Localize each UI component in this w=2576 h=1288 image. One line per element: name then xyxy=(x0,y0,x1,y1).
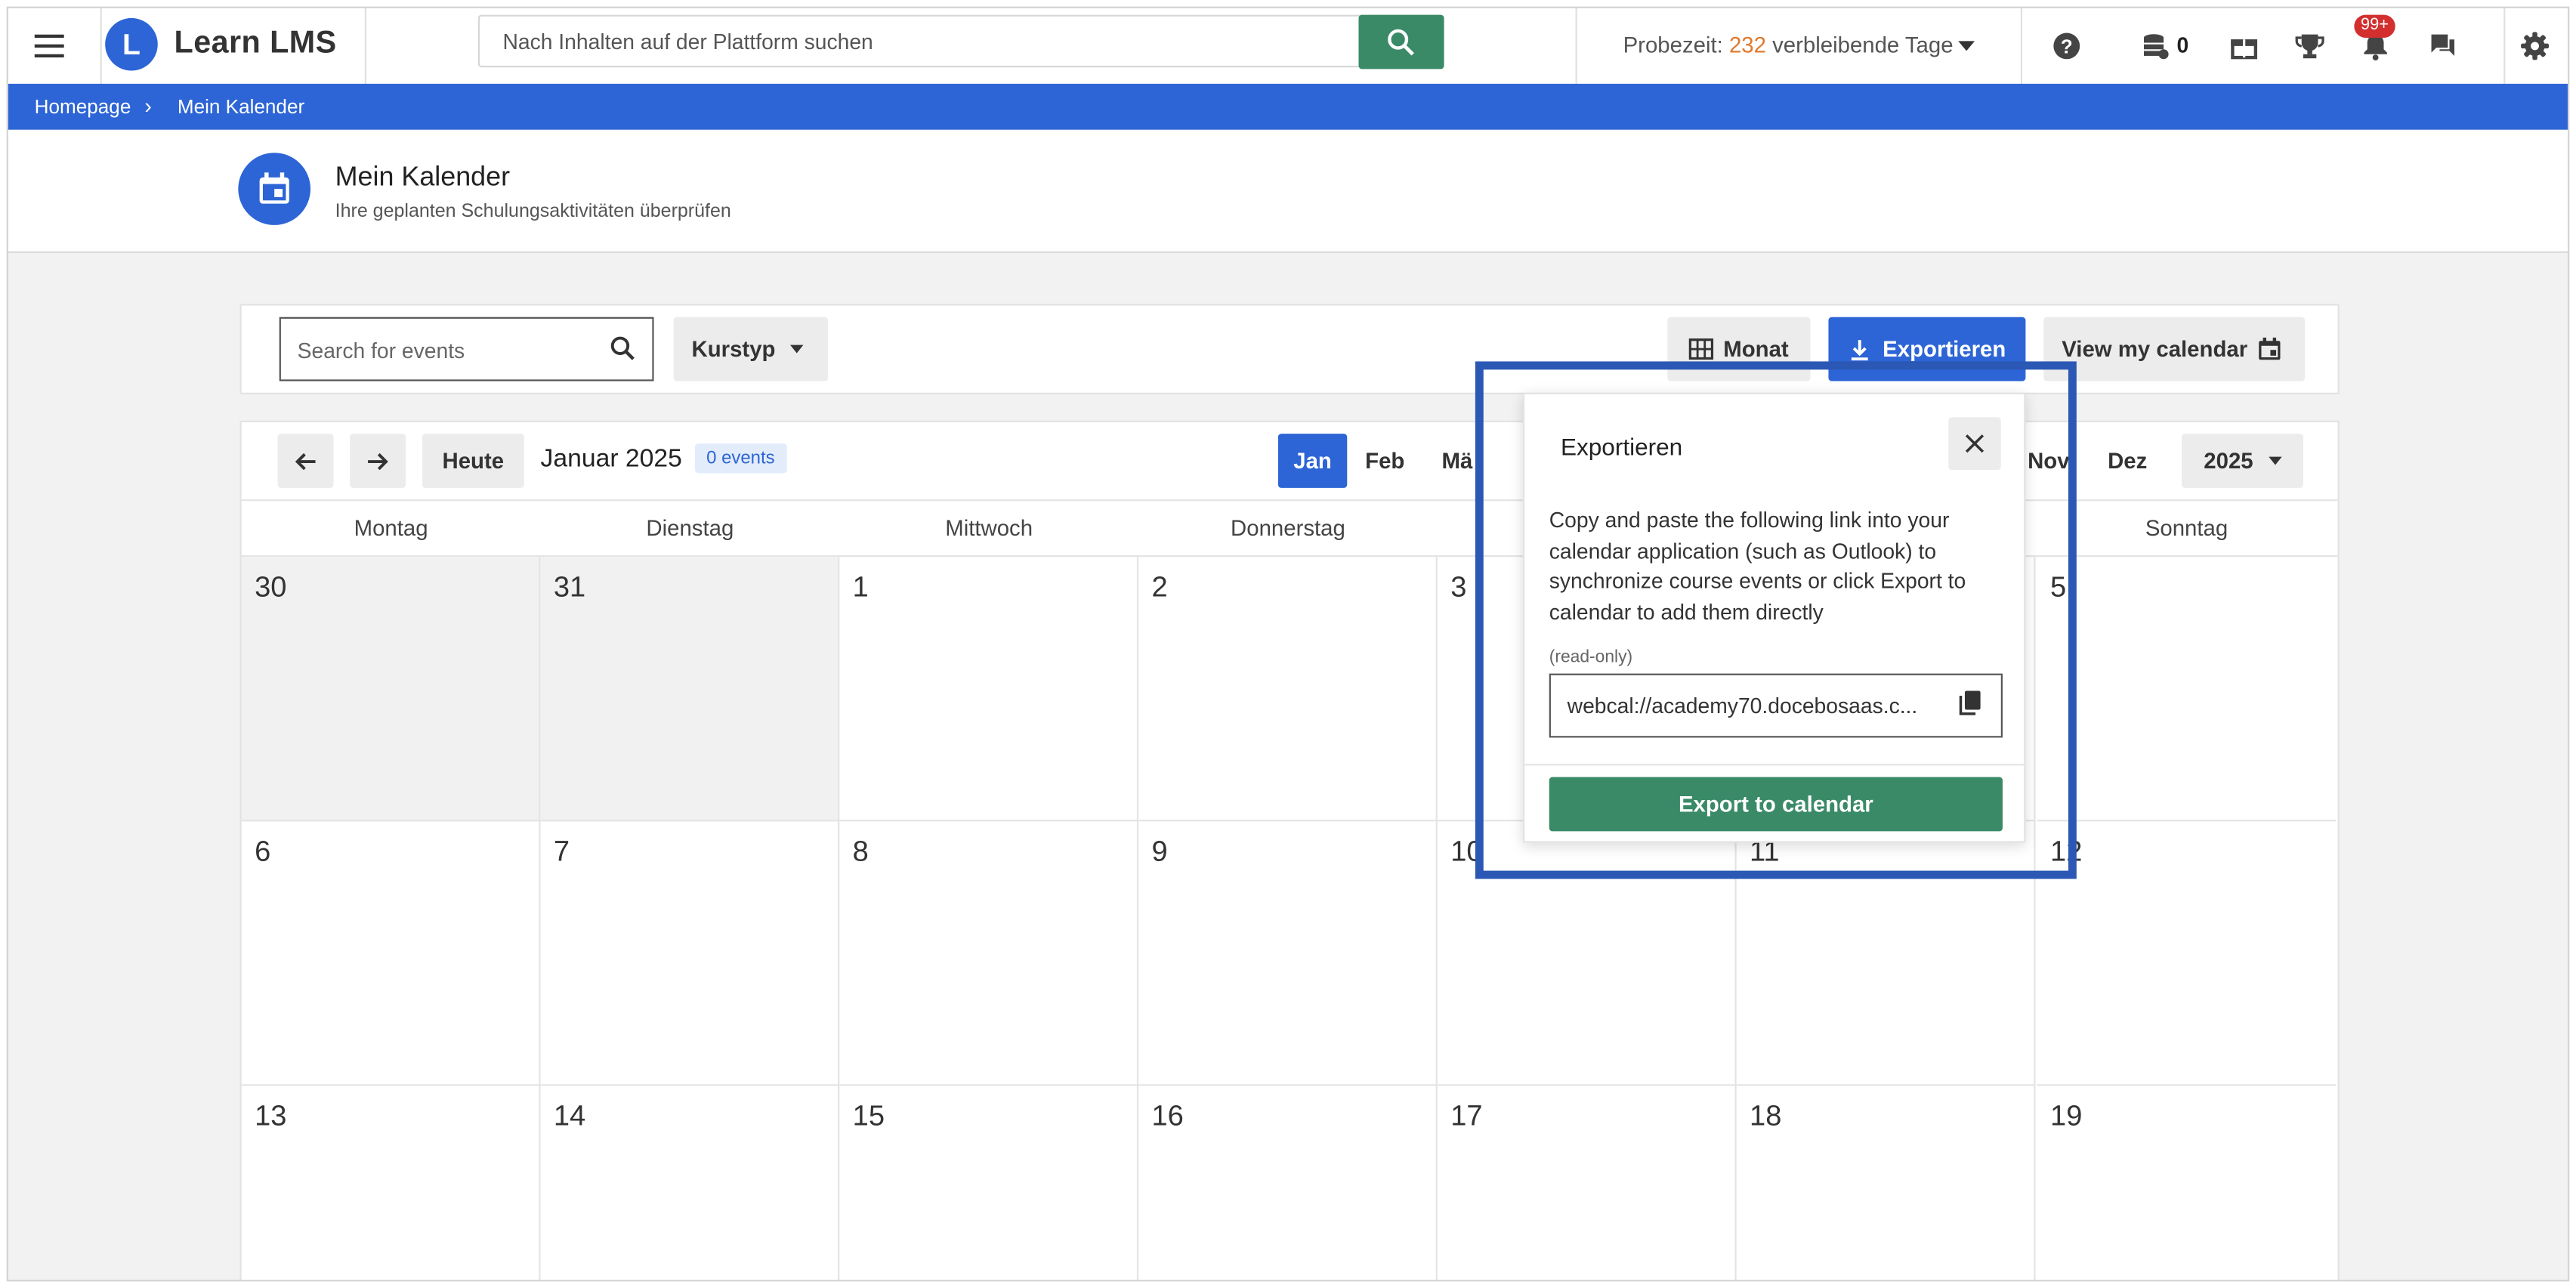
logo-icon: L xyxy=(105,17,158,71)
calendar-day-cell[interactable]: 12 xyxy=(2037,821,2337,1086)
day-number: 15 xyxy=(852,1098,885,1132)
calendar-day-cell[interactable]: 17 xyxy=(1438,1086,1737,1280)
calendar-day-cell[interactable]: 19 xyxy=(2037,1086,2337,1280)
coins-count: 0 xyxy=(2176,32,2189,58)
day-number: 2 xyxy=(1151,570,1168,604)
search-placeholder: Nach Inhalten auf der Plattform suchen xyxy=(502,29,873,54)
calendar-day-cell[interactable]: 18 xyxy=(1737,1086,2036,1280)
weekday-label: Dienstag xyxy=(646,515,734,541)
weekday-label: Mittwoch xyxy=(945,515,1033,541)
chevron-down-icon xyxy=(790,344,804,354)
top-bar: L Learn LMS Nach Inhalten auf der Plattf… xyxy=(8,8,2568,86)
breadcrumb-home[interactable]: Homepage xyxy=(35,95,131,118)
weekday-label: Sonntag xyxy=(2145,515,2229,541)
weekday-label: Montag xyxy=(354,515,428,541)
today-label: Heute xyxy=(442,448,505,474)
calendar-day-cell[interactable]: 13 xyxy=(242,1086,541,1280)
divider xyxy=(2503,8,2506,84)
calendar-day-cell[interactable]: 9 xyxy=(1138,821,1438,1086)
month-tab-feb[interactable]: Feb xyxy=(1352,434,1418,488)
calendar-day-cell[interactable]: 1 xyxy=(839,557,1139,822)
logo[interactable]: L Learn LMS xyxy=(100,8,366,84)
today-button[interactable]: Heute xyxy=(422,434,524,488)
day-number: 8 xyxy=(852,834,869,868)
search-icon xyxy=(1388,28,1414,55)
breadcrumb-current: Mein Kalender xyxy=(177,95,305,119)
breadcrumb: Homepage › Mein Kalender xyxy=(8,83,2568,130)
course-type-dropdown[interactable]: Kurstyp xyxy=(673,317,829,381)
year-dropdown[interactable]: 2025 xyxy=(2182,434,2303,488)
gear-icon[interactable] xyxy=(2517,28,2553,64)
search-button[interactable] xyxy=(1358,14,1444,69)
month-tab-jan[interactable]: Jan xyxy=(1277,434,1348,488)
page-header: Mein Kalender Ihre geplanten Schulungsak… xyxy=(8,129,2568,253)
next-month-button[interactable] xyxy=(350,434,406,488)
day-number: 19 xyxy=(2050,1098,2083,1132)
events-count-badge: 0 events xyxy=(694,443,786,474)
event-search-input[interactable]: Search for events xyxy=(279,317,654,381)
day-number: 9 xyxy=(1151,834,1168,868)
calendar-day-cell[interactable]: 16 xyxy=(1138,1086,1438,1280)
grid-icon xyxy=(1688,338,1714,360)
calendar-day-cell[interactable]: 5 xyxy=(2037,557,2337,822)
highlight-frame xyxy=(1475,361,2077,879)
page-title: Mein Kalender xyxy=(335,162,511,193)
event-search-placeholder: Search for events xyxy=(297,338,465,363)
help-icon[interactable]: ? xyxy=(2049,28,2085,64)
day-number: 18 xyxy=(1750,1098,1782,1132)
gift-icon[interactable] xyxy=(2226,28,2262,64)
day-number: 31 xyxy=(553,570,586,604)
calendar-day-cell[interactable]: 14 xyxy=(540,1086,840,1280)
day-number: 6 xyxy=(255,834,271,868)
breadcrumb-separator: › xyxy=(144,93,152,119)
view-my-calendar-button[interactable]: View my calendar xyxy=(2043,317,2306,381)
page-subtitle: Ihre geplanten Schulungsaktivitäten über… xyxy=(335,202,731,222)
export-label: Exportieren xyxy=(1883,336,2006,362)
day-number: 17 xyxy=(1450,1098,1483,1132)
app-name: Learn LMS xyxy=(174,26,337,61)
day-number: 30 xyxy=(255,570,287,604)
month-view-label: Monat xyxy=(1723,336,1789,362)
menu-icon[interactable] xyxy=(28,25,71,68)
notifications-badge: 99+ xyxy=(2354,14,2395,39)
course-type-label: Kurstyp xyxy=(691,336,776,362)
trophy-icon[interactable] xyxy=(2292,28,2328,64)
day-number: 13 xyxy=(255,1098,287,1132)
calendar-day-cell[interactable]: 2 xyxy=(1138,557,1438,822)
calendar-icon xyxy=(238,153,311,225)
platform-search-input[interactable]: Nach Inhalten auf der Plattform suchen xyxy=(477,14,1366,68)
day-number: 1 xyxy=(852,570,869,604)
current-month-label: Januar 2025 xyxy=(540,445,682,474)
chevron-down-icon xyxy=(1958,41,1975,51)
chevron-down-icon xyxy=(2268,456,2281,465)
calendar-day-cell[interactable]: 31 xyxy=(540,557,840,822)
svg-text:?: ? xyxy=(2061,36,2073,58)
search-icon xyxy=(610,336,635,360)
trial-text: Probezeit: 232 verbleibende Tage xyxy=(1623,32,1954,58)
weekday-label: Donnerstag xyxy=(1231,515,1345,541)
calendar-day-cell[interactable]: 8 xyxy=(839,821,1139,1086)
view-calendar-label: View my calendar xyxy=(2062,336,2248,362)
day-number: 16 xyxy=(1151,1098,1184,1132)
calendar-day-cell[interactable]: 30 xyxy=(241,557,541,822)
app-window: L Learn LMS Nach Inhalten auf der Plattf… xyxy=(6,6,2570,1282)
chat-icon[interactable] xyxy=(2425,28,2461,64)
previous-month-button[interactable] xyxy=(277,434,334,488)
year-label: 2025 xyxy=(2204,448,2253,474)
calendar-day-cell[interactable]: 6 xyxy=(241,821,541,1086)
calendar-day-cell[interactable]: 7 xyxy=(540,821,840,1086)
calendar-day-cell[interactable]: 15 xyxy=(839,1086,1139,1280)
coins-icon[interactable] xyxy=(2137,28,2173,64)
day-number: 7 xyxy=(553,834,570,868)
month-tab-dez[interactable]: Dez xyxy=(2095,434,2161,488)
trial-dropdown[interactable]: Probezeit: 232 verbleibende Tage xyxy=(1575,8,2023,84)
day-number: 3 xyxy=(1450,570,1467,604)
download-icon xyxy=(1851,339,1868,360)
calendar-icon xyxy=(2259,337,2281,360)
arrow-right-icon xyxy=(368,452,388,470)
day-number: 14 xyxy=(553,1098,586,1132)
arrow-left-icon xyxy=(295,452,316,470)
